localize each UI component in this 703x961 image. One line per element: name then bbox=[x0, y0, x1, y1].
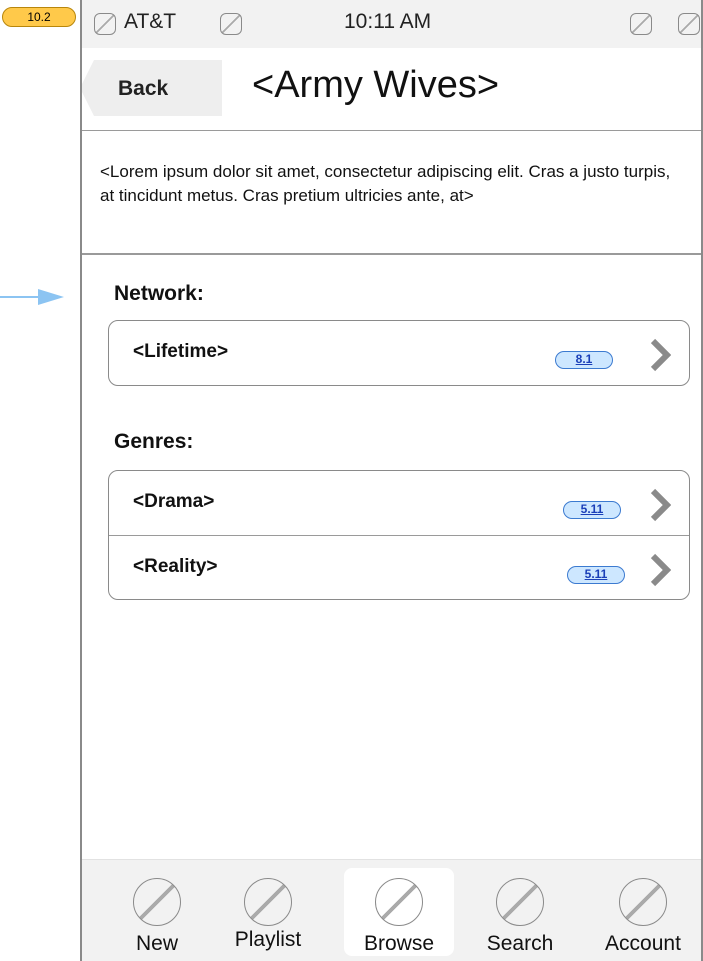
network-item-label: <Lifetime> bbox=[133, 341, 229, 362]
genre-item-reality[interactable]: <Reality> 5.11 bbox=[109, 535, 689, 599]
status-bar: AT&T 10:11 AM bbox=[82, 0, 701, 49]
tab-label: Search bbox=[486, 932, 554, 955]
bluetooth-icon bbox=[630, 13, 652, 35]
status-time: 10:11 AM bbox=[344, 10, 432, 33]
page-title: <Army Wives> bbox=[252, 64, 500, 106]
wifi-icon bbox=[220, 13, 242, 35]
genres-list: <Drama> 5.11 <Reality> 5.11 bbox=[108, 470, 690, 600]
new-icon bbox=[133, 878, 181, 926]
battery-icon bbox=[678, 13, 700, 35]
genre-item-label: <Drama> bbox=[133, 491, 215, 512]
back-button-label: Back bbox=[118, 77, 169, 100]
navigation-bar: Back <Army Wives> bbox=[82, 48, 701, 131]
network-item-lifetime[interactable]: <Lifetime> 8.1 bbox=[109, 321, 689, 385]
link-badge[interactable]: 8.1 bbox=[555, 351, 613, 369]
link-badge[interactable]: 5.11 bbox=[567, 566, 625, 584]
signal-icon bbox=[94, 13, 116, 35]
back-button[interactable]: Back bbox=[82, 60, 222, 116]
search-icon bbox=[496, 878, 544, 926]
playlist-icon bbox=[244, 878, 292, 926]
annotation-arrow-icon bbox=[38, 289, 64, 305]
section-divider bbox=[82, 253, 701, 255]
carrier-label: AT&T bbox=[124, 10, 177, 33]
chevron-right-icon bbox=[650, 553, 671, 587]
network-section-label: Network: bbox=[114, 282, 204, 305]
tab-account[interactable]: Account bbox=[588, 868, 698, 956]
tab-label: New bbox=[135, 932, 178, 955]
genre-item-label: <Reality> bbox=[133, 556, 218, 577]
tab-bar: New Playlist Browse Search Account bbox=[82, 859, 701, 961]
account-icon bbox=[619, 878, 667, 926]
back-arrow-shape bbox=[82, 60, 94, 116]
tab-new[interactable]: New bbox=[102, 868, 212, 956]
link-badge[interactable]: 5.11 bbox=[563, 501, 621, 519]
tab-label: Account bbox=[605, 932, 681, 955]
network-list: <Lifetime> 8.1 bbox=[108, 320, 690, 386]
page-number-badge: 10.2 bbox=[2, 7, 76, 27]
phone-screen: AT&T 10:11 AM Back <Army Wives> <Lorem i… bbox=[80, 0, 703, 961]
annotation-arrow-line bbox=[0, 296, 42, 298]
genres-section-label: Genres: bbox=[114, 430, 194, 453]
tab-label: Browse bbox=[363, 932, 435, 955]
show-description: <Lorem ipsum dolor sit amet, consectetur… bbox=[100, 162, 671, 205]
genre-item-drama[interactable]: <Drama> 5.11 bbox=[109, 471, 689, 535]
browse-icon bbox=[375, 878, 423, 926]
tab-label: Playlist bbox=[234, 928, 302, 951]
chevron-right-icon bbox=[650, 338, 671, 372]
tab-playlist[interactable]: Playlist bbox=[213, 868, 323, 956]
tab-browse[interactable]: Browse bbox=[344, 868, 454, 956]
chevron-right-icon bbox=[650, 488, 671, 522]
tab-search[interactable]: Search bbox=[465, 868, 575, 956]
